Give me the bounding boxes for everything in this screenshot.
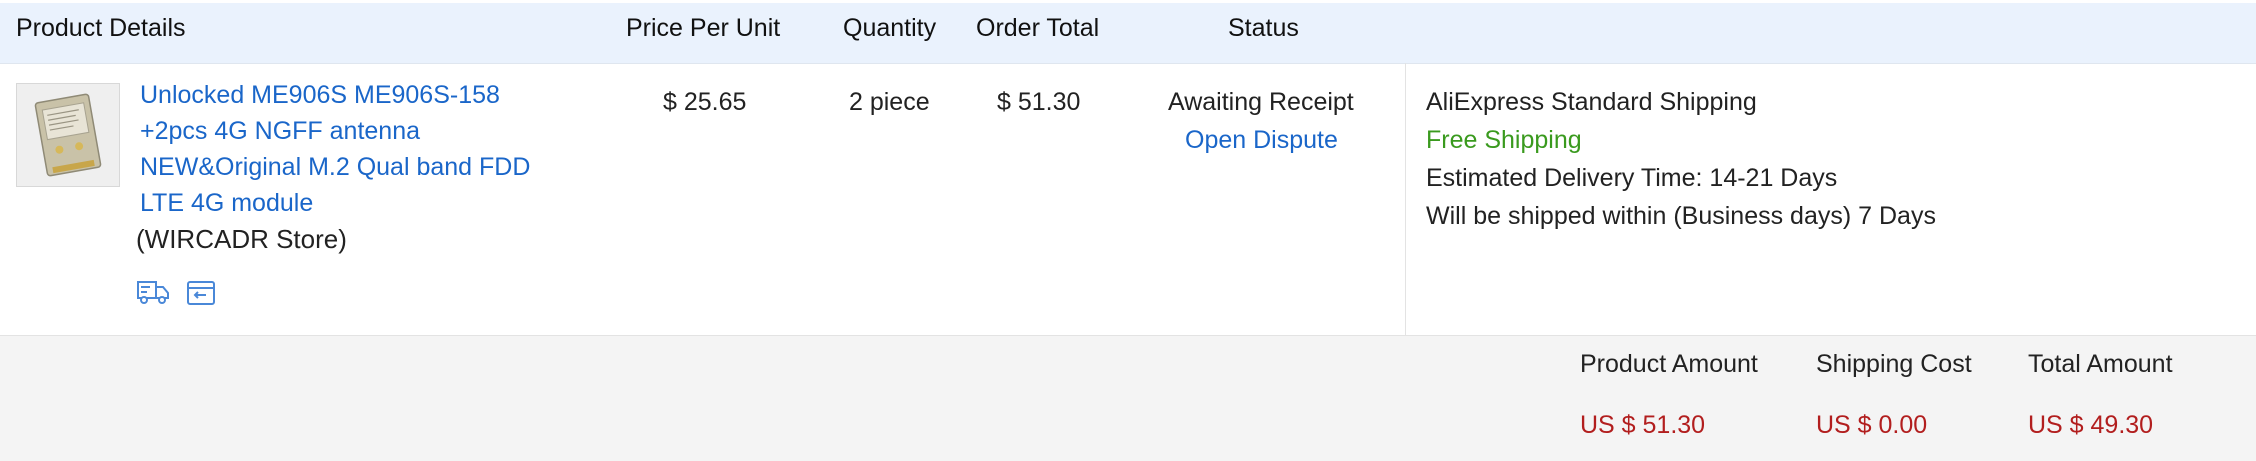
product-thumbnail[interactable] [16, 83, 120, 187]
truck-icon[interactable] [136, 278, 170, 311]
estimated-delivery-label: Estimated Delivery Time: [1426, 164, 1703, 192]
col-quantity: Quantity [843, 14, 937, 42]
product-amount-value: US $ 51.30 [1580, 411, 1706, 439]
shipping-method: AliExpress Standard Shipping [1426, 88, 1757, 116]
order-summary: Product Amount Shipping Cost Total Amoun… [0, 335, 2256, 461]
ship-within: Will be shipped within (Business days) 7… [1426, 202, 1936, 231]
product-name-line: +2pcs 4G NGFF antenna [140, 117, 421, 145]
order-status: Awaiting Receipt [1168, 88, 1354, 116]
col-product-details: Product Details [16, 14, 186, 42]
quantity-value: 2 piece [849, 88, 930, 116]
total-amount-value: US $ 49.30 [2028, 411, 2154, 439]
column-divider [1405, 63, 1406, 335]
free-shipping-label: Free Shipping [1426, 126, 1582, 154]
col-price-per-unit: Price Per Unit [626, 14, 781, 42]
ship-within-label: Will be shipped within (Business days) [1426, 202, 1852, 230]
table-header: Product Details Price Per Unit Quantity … [0, 3, 2256, 64]
col-order-total: Order Total [976, 14, 1100, 42]
product-name-line: NEW&Original M.2 Qual band FDD [140, 153, 531, 181]
product-amount-label: Product Amount [1580, 350, 1758, 378]
unit-price: $ 25.65 [663, 88, 747, 116]
shipping-cost-label: Shipping Cost [1816, 350, 1972, 378]
shipping-cost-value: US $ 0.00 [1816, 411, 1928, 439]
product-name-line: Unlocked ME906S ME906S-158 [140, 81, 500, 109]
total-amount-label: Total Amount [2028, 350, 2173, 378]
ship-within-value: 7 Days [1858, 202, 1936, 230]
product-image [17, 84, 119, 186]
return-box-icon[interactable] [186, 278, 216, 311]
store-name: (WIRCADR Store) [136, 224, 347, 254]
order-total-value: $ 51.30 [997, 88, 1081, 116]
estimated-delivery-value: 14-21 Days [1709, 164, 1838, 192]
product-name-link[interactable]: Unlocked ME906S ME906S-158 +2pcs 4G NGFF… [140, 77, 560, 221]
estimated-delivery: Estimated Delivery Time: 14-21 Days [1426, 164, 1837, 193]
open-dispute-link[interactable]: Open Dispute [1185, 126, 1338, 155]
product-name-line: LTE 4G module [140, 189, 314, 217]
col-status: Status [1228, 14, 1299, 42]
